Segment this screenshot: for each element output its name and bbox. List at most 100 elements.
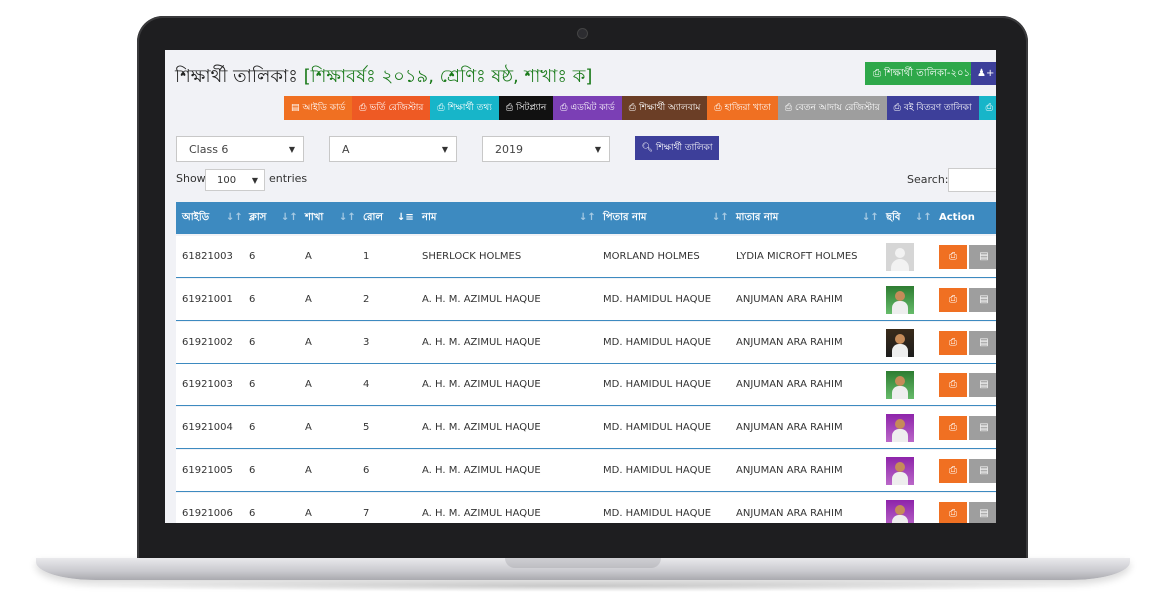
- table-search-label: Search:: [907, 173, 949, 186]
- cell-mother-name: ANJUMAN ARA RAHIM: [736, 293, 843, 305]
- table-row: 61921004 6 A 5 A. H. M. AZIMUL HAQUE MD. HAMI…: [176, 407, 996, 450]
- chevron-down-icon: ▼: [441, 145, 448, 154]
- toolbar-more[interactable]: ⎙: [978, 96, 996, 120]
- chevron-down-icon: ▼: [288, 145, 295, 154]
- table-row: 61921005 6 A 6 A. H. M. AZIMUL HAQUE MD. HAMI…: [176, 450, 996, 492]
- cell-roll: 6: [363, 465, 370, 476]
- print-icon[interactable]: ⎙: [939, 287, 967, 312]
- print-icon: ⎙: [784, 103, 793, 113]
- cell-father-name: MD. HAMIDUL HAQUE: [603, 336, 712, 348]
- class-select-value: Class 6: [189, 143, 229, 156]
- col-id[interactable]: আইডি: [182, 202, 209, 234]
- add-student-button[interactable]: ♟+স: [971, 62, 996, 85]
- print-icon: ⎙: [505, 103, 514, 113]
- sort-asc-icon: ↓≡: [397, 212, 414, 223]
- year-select[interactable]: 2019 ▼: [482, 136, 610, 162]
- entries-length-select[interactable]: 100 ▼: [205, 169, 265, 191]
- student-list-search-button[interactable]: 🔍︎ শিক্ষার্থী তালিকা: [635, 136, 719, 160]
- laptop-shadow: [60, 580, 1106, 592]
- toolbar-student-info[interactable]: ⎙ শিক্ষার্থী তথ্য: [430, 96, 499, 120]
- col-name[interactable]: নাম: [422, 202, 436, 234]
- table-row: 61921003 6 A 4 A. H. M. AZIMUL HAQUE MD. HAMI…: [176, 364, 996, 407]
- table-search-input[interactable]: [948, 168, 996, 192]
- laptop-notch: [505, 558, 661, 568]
- cell-id: 61921005: [182, 465, 233, 476]
- id-card-icon[interactable]: ▤: [969, 373, 996, 398]
- toolbar-seat-plan[interactable]: ⎙ সিটপ্ল্যান: [498, 96, 554, 120]
- cell-father-name: MD. HAMIDUL HAQUE: [603, 379, 712, 391]
- id-card-icon[interactable]: ▤: [969, 501, 996, 523]
- toolbar-attendance-book[interactable]: ⎙ হাজিরা খাতা: [707, 96, 778, 120]
- toolbar-student-album[interactable]: ⎙ শিক্ষার্থী অ্যালবাম: [621, 96, 708, 120]
- cell-father-name: MD. HAMIDUL HAQUE: [603, 422, 712, 434]
- print-icon[interactable]: ⎙: [939, 416, 967, 441]
- toolbar-book-distribution[interactable]: ⎙ বই বিতরণ তালিকা: [886, 96, 979, 120]
- toolbar-label: আইডি কার্ড: [302, 103, 346, 113]
- id-card-icon[interactable]: ▤: [969, 330, 996, 355]
- cell-section: A: [305, 336, 312, 348]
- id-card-icon: ▤: [291, 103, 300, 113]
- sort-icon: ↓↑: [226, 212, 243, 223]
- toolbar-fee-register[interactable]: ⎙ বেতন আদায় রেজিস্টার: [777, 96, 887, 120]
- class-select[interactable]: Class 6 ▼: [176, 136, 304, 162]
- student-photo: [886, 499, 914, 523]
- toolbar-id-card[interactable]: ▤ আইডি কার্ড: [284, 96, 353, 120]
- search-button-label: শিক্ষার্থী তালিকা: [655, 143, 713, 153]
- print-icon: ⎙: [560, 103, 568, 113]
- cell-mother-name: LYDIA MICROFT HOLMES: [736, 251, 858, 262]
- print-icon: ⎙: [359, 103, 367, 113]
- col-section[interactable]: শাখা: [305, 202, 323, 234]
- table-row: 61821003 6 A 1 SHERLOCK HOLMES MORLAND HOLMES…: [176, 236, 996, 278]
- cell-class: 6: [249, 507, 256, 519]
- student-photo: [886, 328, 914, 357]
- print-icon[interactable]: ⎙: [939, 501, 967, 523]
- col-class[interactable]: ক্লাস: [249, 202, 266, 234]
- table-row: 61921006 6 A 7 A. H. M. AZIMUL HAQUE MD. HAMI…: [176, 492, 996, 523]
- toolbar-admit-card[interactable]: ⎙ এডমিট কার্ড: [553, 96, 622, 120]
- cell-name: A. H. M. AZIMUL HAQUE: [422, 422, 541, 434]
- student-list-year-button[interactable]: ⎙ শিক্ষার্থী তালিকা-২০১৯: [865, 62, 985, 85]
- user-plus-icon: ♟+: [977, 68, 995, 79]
- id-card-icon[interactable]: ▤: [969, 245, 996, 269]
- screen: শিক্ষার্থী তালিকাঃ [শিক্ষাবর্ষঃ ২০১৯, শ্…: [165, 50, 996, 523]
- cell-father-name: MD. HAMIDUL HAQUE: [603, 293, 712, 305]
- toolbar-admission-register[interactable]: ⎙ ভর্তি রেজিস্টার: [352, 96, 431, 120]
- cell-section: A: [305, 507, 312, 519]
- col-father-name[interactable]: পিতার নাম: [603, 202, 646, 234]
- toolbar-label: বেতন আদায় রেজিস্টার: [795, 103, 880, 113]
- toolbar-label: ভর্তি রেজিস্টার: [369, 103, 424, 113]
- cell-class: 6: [249, 293, 256, 305]
- col-roll[interactable]: রোল: [363, 202, 383, 234]
- print-icon[interactable]: ⎙: [939, 373, 967, 398]
- page-title-prefix: শিক্ষার্থী তালিকাঃ: [175, 66, 298, 87]
- col-photo[interactable]: ছবি: [886, 202, 901, 234]
- id-card-icon[interactable]: ▤: [969, 287, 996, 312]
- entries-label: entries: [269, 172, 308, 185]
- cell-roll: 1: [363, 251, 370, 262]
- cell-section: A: [305, 251, 312, 262]
- student-photo: [886, 414, 914, 443]
- year-select-value: 2019: [495, 143, 523, 156]
- id-card-icon[interactable]: ▤: [969, 459, 996, 483]
- student-photo: [886, 371, 914, 400]
- sort-icon: ↓↑: [281, 212, 298, 223]
- col-mother-name[interactable]: মাতার নাম: [736, 202, 778, 234]
- cell-class: 6: [249, 379, 256, 391]
- entries-length-value: 100: [217, 175, 237, 186]
- section-select[interactable]: A ▼: [329, 136, 457, 162]
- print-icon[interactable]: ⎙: [939, 330, 967, 355]
- toolbar-label: শিক্ষার্থী তথ্য: [447, 103, 492, 113]
- cell-mother-name: ANJUMAN ARA RAHIM: [736, 336, 843, 348]
- sort-icon: ↓↑: [915, 212, 932, 223]
- cell-name: A. H. M. AZIMUL HAQUE: [422, 379, 541, 391]
- section-select-value: A: [342, 143, 350, 156]
- id-card-icon[interactable]: ▤: [969, 416, 996, 441]
- print-icon: ⎙: [985, 103, 993, 113]
- sort-icon: ↓↑: [712, 212, 729, 223]
- page-title-highlight: [শিক্ষাবর্ষঃ ২০১৯, শ্রেণিঃ ষষ্ঠ, শাখাঃ ক…: [303, 66, 593, 87]
- print-icon[interactable]: ⎙: [939, 459, 967, 483]
- cell-id: 61821003: [182, 251, 233, 262]
- cell-father-name: MORLAND HOLMES: [603, 251, 700, 262]
- cell-name: A. H. M. AZIMUL HAQUE: [422, 465, 541, 476]
- print-icon[interactable]: ⎙: [939, 245, 967, 269]
